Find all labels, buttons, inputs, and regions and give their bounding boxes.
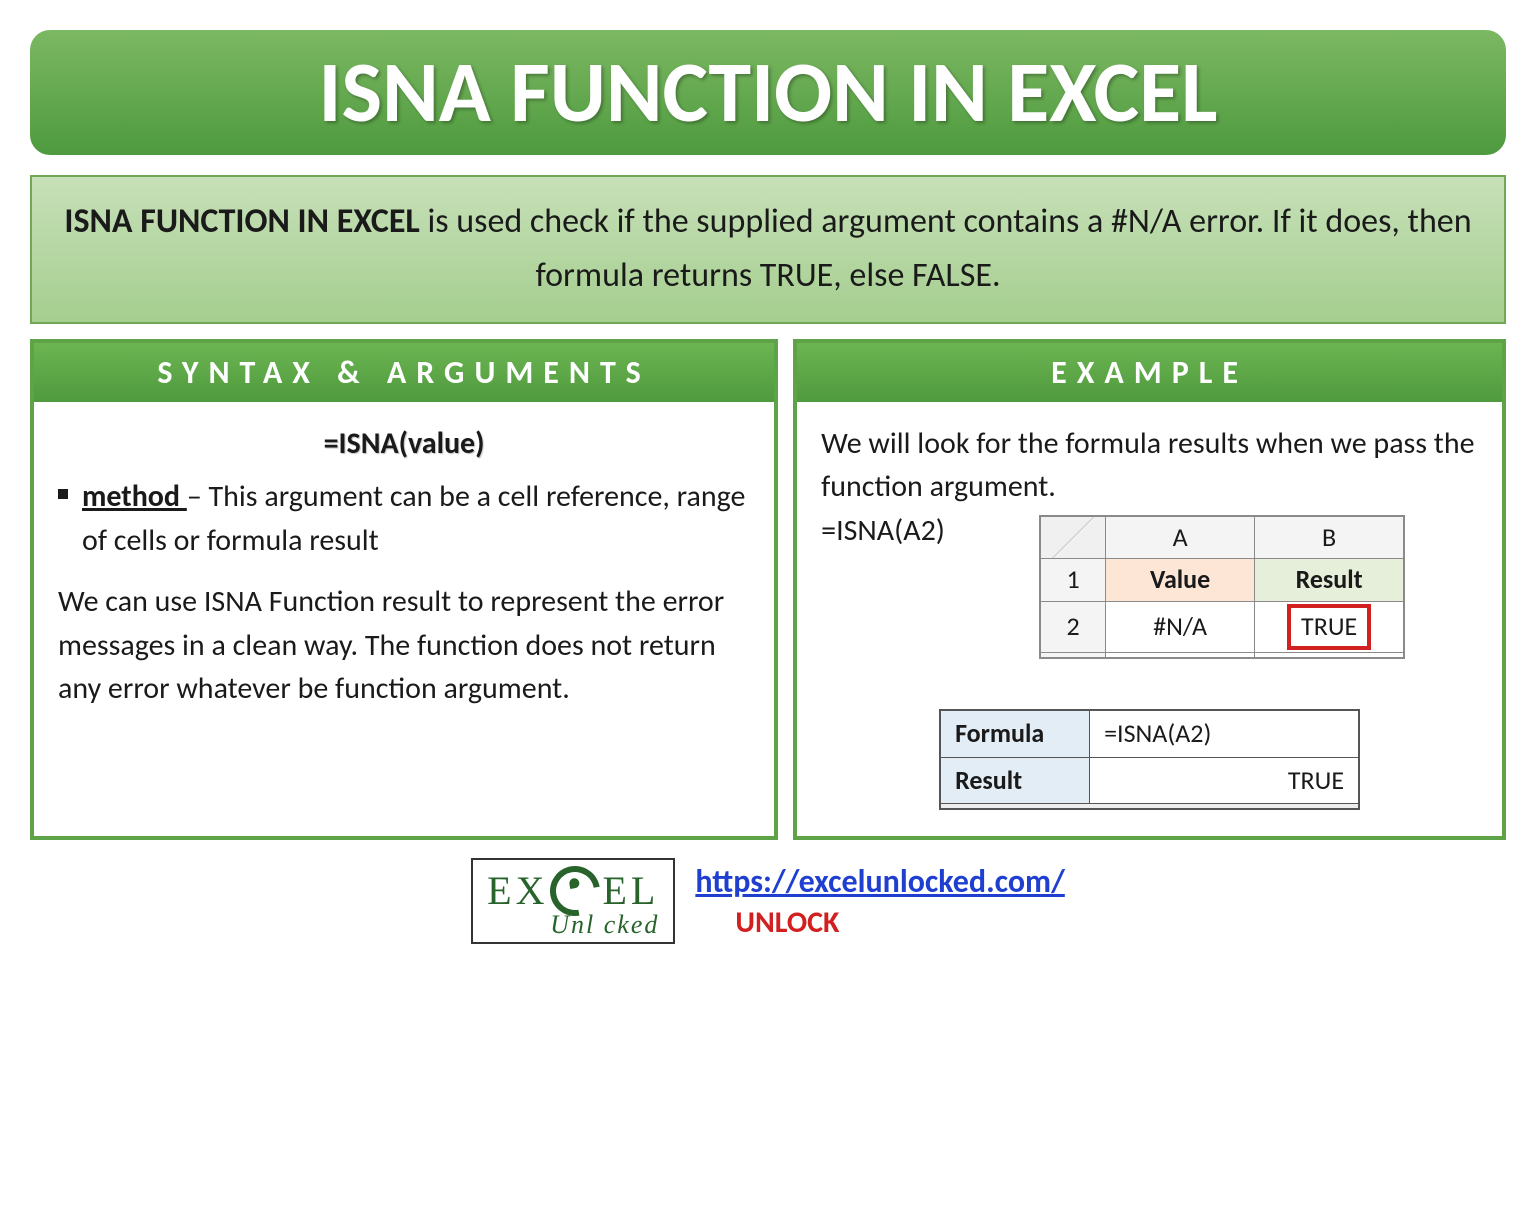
- logo-text-pre: EX: [487, 871, 548, 911]
- syntax-header: SYNTAX & ARGUMENTS: [34, 343, 774, 402]
- logo: EX EL Unl cked: [471, 858, 675, 944]
- columns: SYNTAX & ARGUMENTS =ISNA(value) method –…: [30, 339, 1506, 840]
- description-bold: ISNA FUNCTION IN EXCEL: [64, 201, 419, 242]
- mini-spreadsheet: A B 1 Value Result 2 #N/A TRUE: [1039, 515, 1405, 659]
- logo-top-line: EX EL: [487, 866, 659, 916]
- sheet-row-1: 1: [1040, 559, 1106, 602]
- ftable-value-result: TRUE: [1090, 757, 1360, 804]
- true-highlight: TRUE: [1287, 604, 1371, 650]
- bullet-icon: [58, 489, 68, 499]
- syntax-body: =ISNA(value) method – This argument can …: [34, 402, 774, 737]
- sheet-cell-b2: TRUE: [1255, 602, 1405, 653]
- footer-text-block: https://excelunlocked.com/ UNLOCK: [695, 861, 1064, 942]
- syntax-note: We can use ISNA Function result to repre…: [58, 580, 750, 711]
- ftable-value-formula: =ISNA(A2): [1090, 710, 1360, 757]
- syntax-panel: SYNTAX & ARGUMENTS =ISNA(value) method –…: [30, 339, 778, 840]
- ftable-label-formula: Formula: [940, 710, 1090, 757]
- logo-text-post: EL: [602, 871, 659, 911]
- footer-unlock: UNLOCK: [735, 904, 839, 941]
- sheet-corner: [1040, 516, 1106, 559]
- formula-result-table: Formula =ISNA(A2) Result TRUE: [939, 709, 1360, 810]
- footer-link[interactable]: https://excelunlocked.com/: [695, 862, 1064, 901]
- argument-text: method – This argument can be a cell ref…: [82, 475, 750, 562]
- sheet-header-value: Value: [1106, 559, 1255, 602]
- sheet-cell-a2: #N/A: [1106, 602, 1255, 653]
- example-header: EXAMPLE: [797, 343, 1502, 402]
- sheet-row-blank: [1040, 652, 1106, 658]
- ftable-label-result: Result: [940, 757, 1090, 804]
- example-body: We will look for the formula results whe…: [797, 402, 1502, 836]
- sheet-col-a: A: [1106, 516, 1255, 559]
- sheet-col-b: B: [1255, 516, 1405, 559]
- ftable-footer-strip: [940, 804, 1359, 810]
- argument-row: method – This argument can be a cell ref…: [58, 475, 750, 562]
- title-banner: ISNA FUNCTION IN EXCEL: [30, 30, 1506, 155]
- sheet-header-result: Result: [1255, 559, 1405, 602]
- footer: EX EL Unl cked https://excelunlocked.com…: [30, 858, 1506, 944]
- page-title: ISNA FUNCTION IN EXCEL: [70, 40, 1466, 145]
- sheet-blank-a: [1106, 652, 1255, 658]
- sheet-blank-b: [1255, 652, 1405, 658]
- example-panel: EXAMPLE We will look for the formula res…: [793, 339, 1506, 840]
- example-row: =ISNA(A2) A B 1 Value Result 2 #N/A: [821, 509, 1478, 659]
- syntax-formula: =ISNA(value): [58, 422, 750, 466]
- description-text: is used check if the supplied argument c…: [420, 201, 1472, 296]
- sheet-row-2: 2: [1040, 602, 1106, 653]
- example-intro: We will look for the formula results whe…: [821, 422, 1478, 509]
- example-formula-inline: =ISNA(A2): [821, 509, 1021, 553]
- argument-name: method: [82, 478, 187, 515]
- description-box: ISNA FUNCTION IN EXCEL is used check if …: [30, 175, 1506, 324]
